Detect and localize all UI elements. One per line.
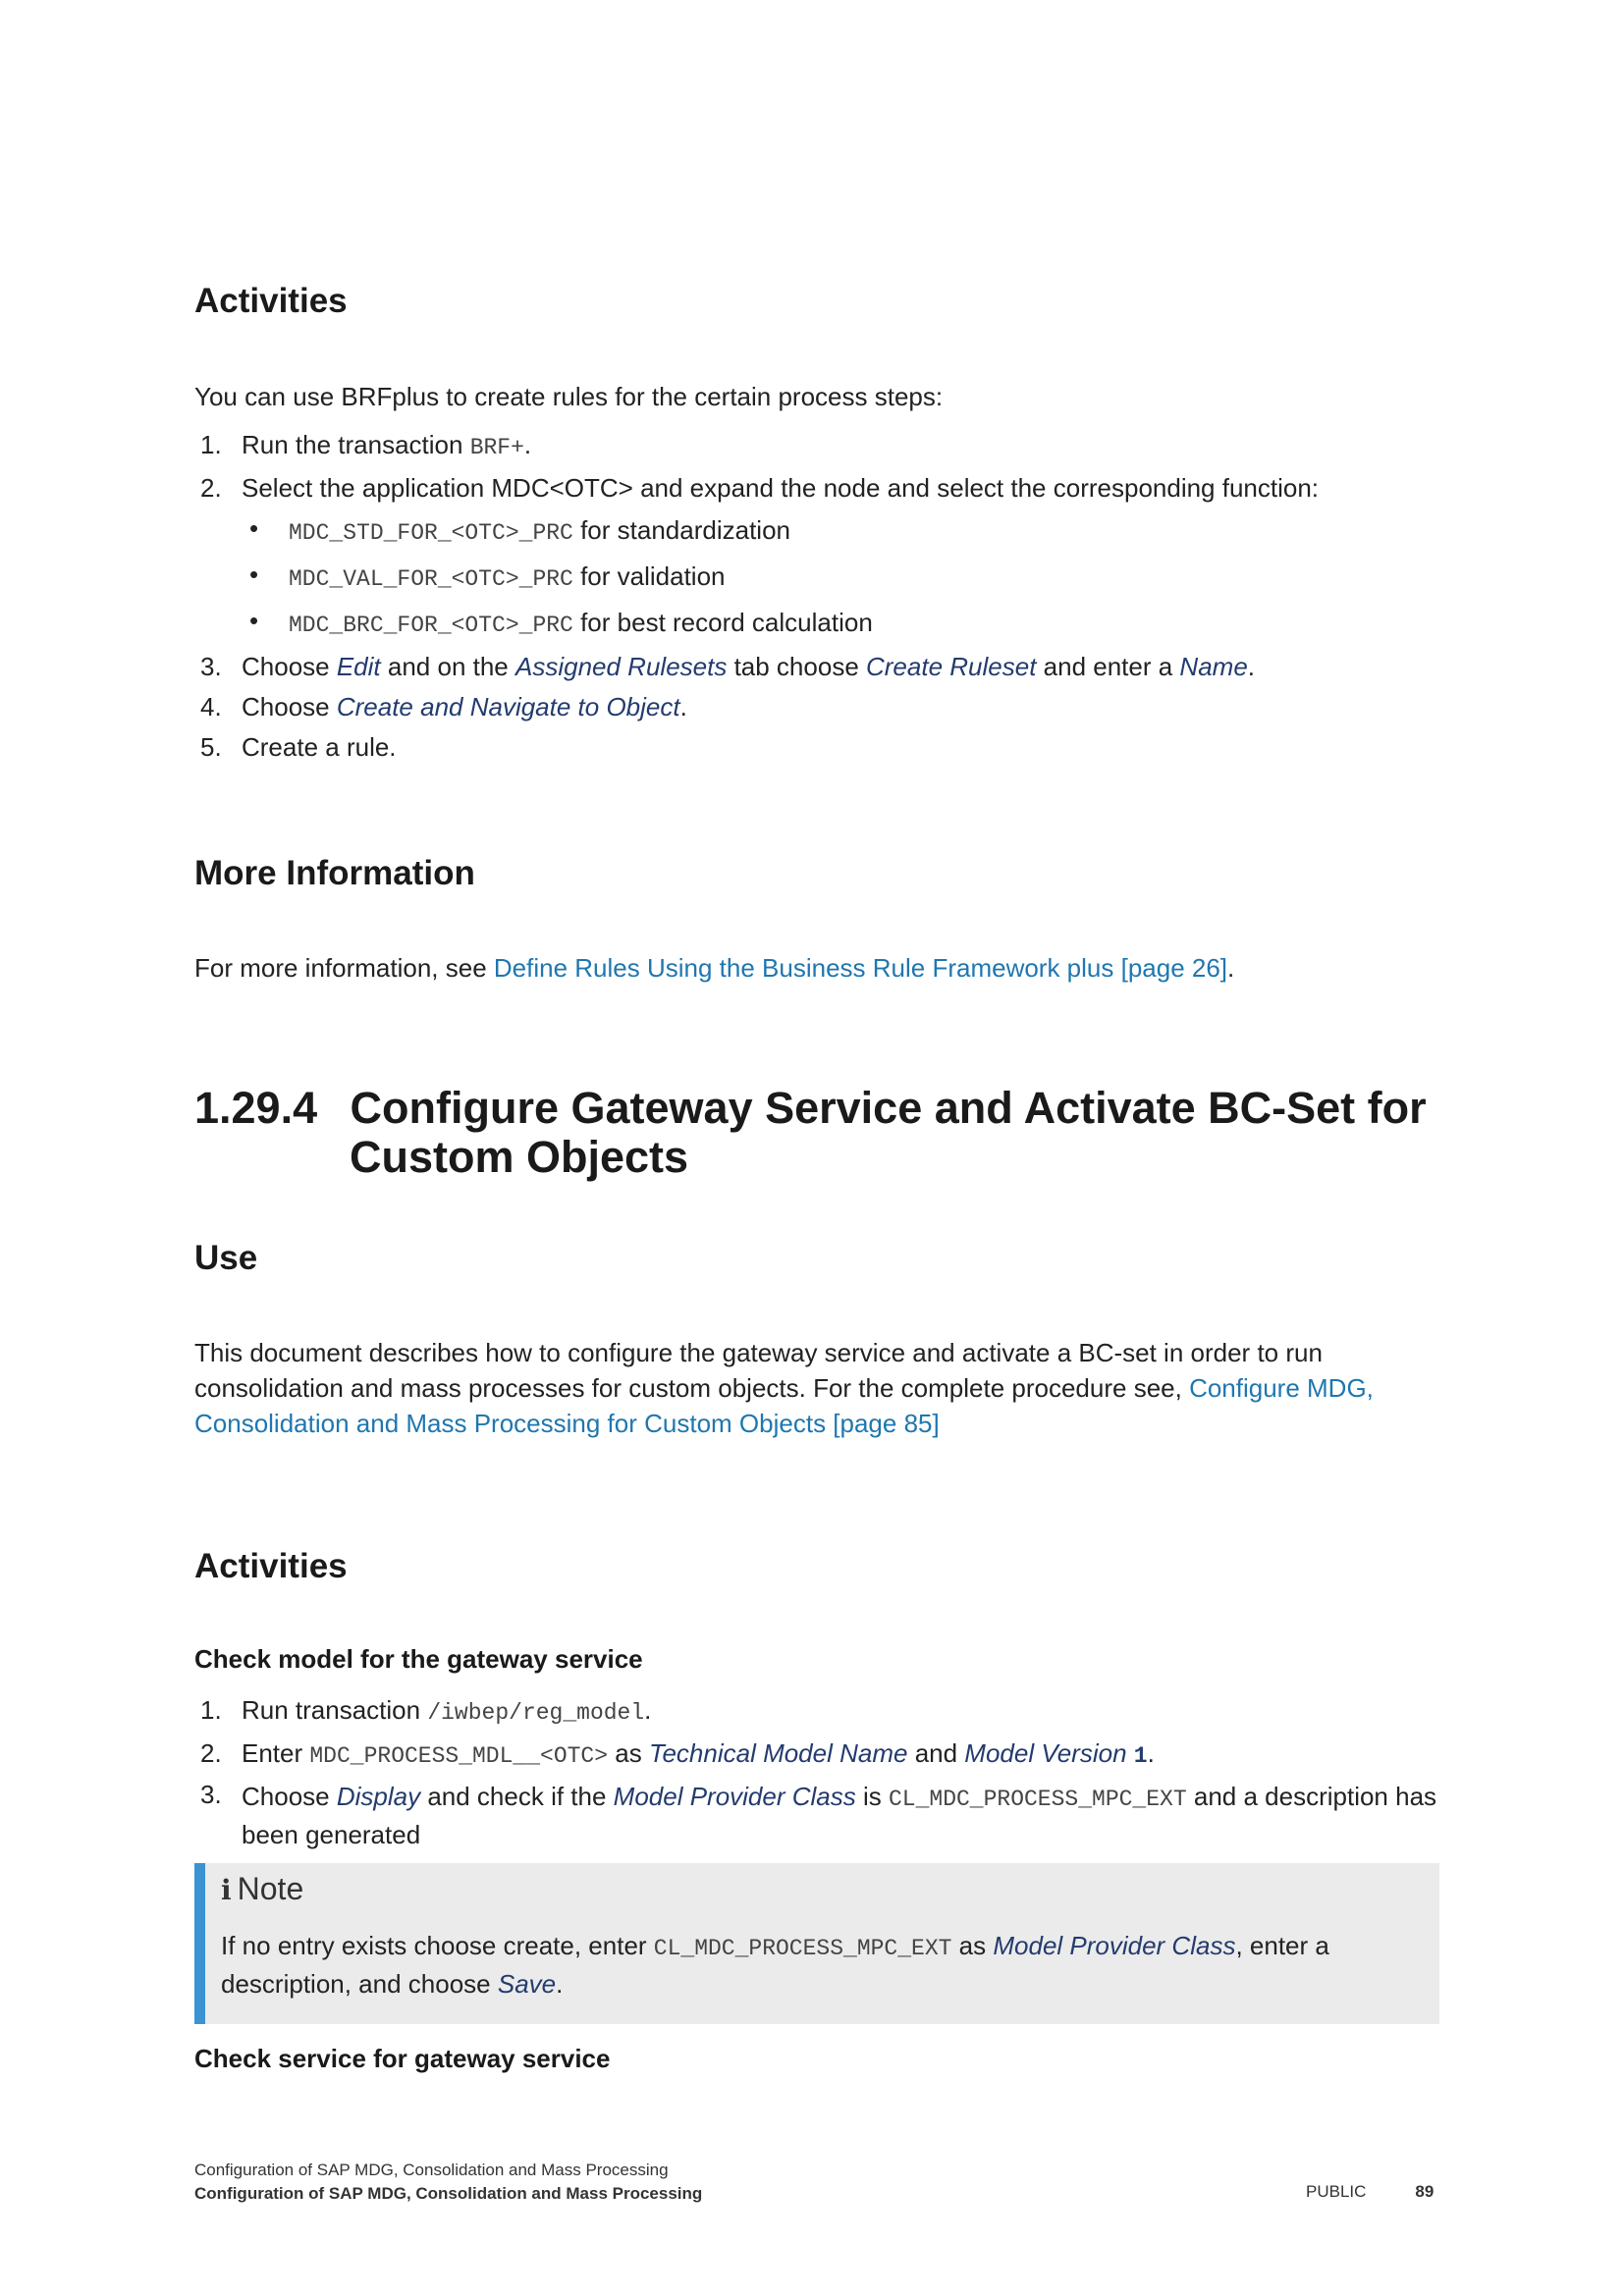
list-item: 4. Choose Create and Navigate to Object.	[200, 692, 687, 721]
more-information-text: For more information, see Define Rules U…	[194, 953, 1235, 983]
list-item: 3. Choose Display and check if the Model…	[200, 1780, 1437, 1849]
activities-heading: Activities	[194, 282, 348, 320]
note-box: i Note If no entry exists choose create, …	[194, 1863, 1439, 2024]
bullet-icon: •	[249, 606, 259, 635]
list-item: • MDC_STD_FOR_<OTC>_PRC for standardizati…	[242, 508, 1319, 555]
more-information-heading: More Information	[194, 854, 475, 892]
brfplus-link[interactable]: Define Rules Using the Business Rule Fra…	[494, 953, 1227, 983]
bullet-icon: •	[249, 513, 259, 543]
brfplus-steps: 1. Run the transaction BRF+. 2. Select t…	[194, 425, 1319, 768]
list-item: 5. Create a rule.	[200, 732, 397, 762]
list-item: 1. Run transaction /iwbep/reg_model.	[200, 1695, 652, 1726]
use-heading: Use	[194, 1239, 258, 1277]
bullet-icon: •	[249, 560, 259, 589]
activities-heading-2: Activities	[194, 1547, 348, 1585]
code-text: BRF+	[469, 435, 524, 460]
classification-label: PUBLIC	[1306, 2182, 1367, 2201]
list-item: 2. Select the application MDC<OTC> and e…	[194, 468, 1319, 647]
list-item: 2. Enter MDC_PROCESS_MDL__<OTC> as Techn…	[200, 1738, 1155, 1769]
footer-meta: PUBLIC 89	[1306, 2182, 1434, 2202]
list-item: • MDC_BRC_FOR_<OTC>_PRC for best record c…	[242, 601, 1319, 647]
section-title: 1.29.4 Configure Gateway Service and Act…	[194, 1083, 1427, 1182]
note-title: i Note	[221, 1871, 304, 1906]
activities-intro: You can use BRFplus to create rules for …	[194, 382, 944, 411]
note-body: If no entry exists choose create, enter …	[221, 1931, 1329, 1999]
footer-line: Configuration of SAP MDG, Consolidation …	[194, 2161, 669, 2179]
list-item: 1. Run the transaction BRF+.	[200, 430, 532, 460]
list-item: 3. Choose Edit and on the Assigned Rules…	[200, 652, 1256, 681]
page-footer: Configuration of SAP MDG, Consolidation …	[194, 2159, 702, 2206]
use-text: This document describes how to configure…	[194, 1338, 1374, 1438]
page-number: 89	[1415, 2182, 1435, 2201]
function-list: • MDC_STD_FOR_<OTC>_PRC for standardizati…	[242, 508, 1319, 647]
list-item: • MDC_VAL_FOR_<OTC>_PRC for validation	[242, 555, 1319, 601]
info-icon: i	[221, 1874, 232, 1906]
check-model-subheading: Check model for the gateway service	[194, 1644, 643, 1674]
gateway-model-steps: 1. Run transaction /iwbep/reg_model. 2. …	[194, 1690, 1439, 1852]
footer-line-bold: Configuration of SAP MDG, Consolidation …	[194, 2184, 703, 2203]
check-service-subheading: Check service for gateway service	[194, 2044, 611, 2073]
